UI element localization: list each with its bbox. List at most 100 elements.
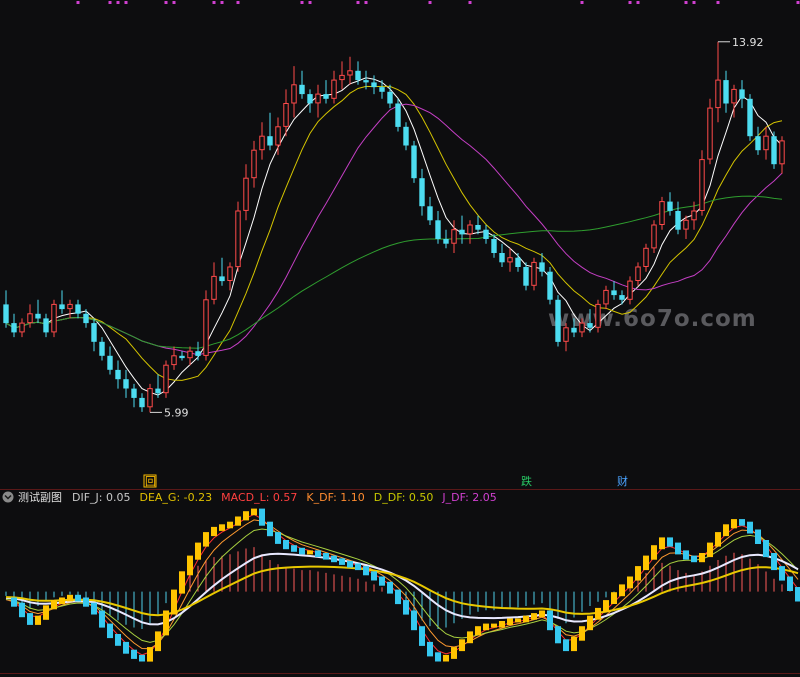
- indicator-column: [171, 589, 177, 615]
- candle-body-up: [187, 350, 193, 359]
- indicator-column: [443, 654, 449, 662]
- indicator-column: [603, 600, 609, 612]
- indicator-column: [35, 615, 41, 625]
- indicator-column: [787, 576, 793, 591]
- indicator-column: [11, 597, 17, 607]
- signal-dot: [428, 1, 432, 4]
- candle-body-down: [675, 211, 681, 230]
- indicator-column: [723, 524, 729, 537]
- candle: [747, 94, 753, 141]
- indicator-column: [779, 566, 785, 581]
- indicator-column: [147, 647, 153, 662]
- indicator-readout: DIF_J: 0.05: [72, 491, 130, 504]
- indicator-panel-title[interactable]: 测试副图: [18, 491, 62, 504]
- candle-body-up: [731, 88, 737, 104]
- signal-dot: [164, 1, 168, 4]
- candle-body-down: [499, 253, 505, 263]
- indicator-column: [579, 626, 585, 641]
- candle-body-up: [635, 266, 641, 281]
- indicator-column: [611, 592, 617, 604]
- candle-body-up: [339, 74, 345, 81]
- candle-body-down: [387, 91, 393, 104]
- signal-dot: [300, 1, 304, 4]
- signal-dot: [124, 1, 128, 4]
- indicator-column: [315, 550, 321, 557]
- candle-body-down: [123, 379, 129, 389]
- candle: [595, 299, 601, 333]
- candle-body-down: [435, 220, 441, 239]
- candle-body-up: [715, 79, 721, 109]
- indicator-column: [251, 508, 257, 516]
- indicator-column: [643, 555, 649, 571]
- candle-body-up: [331, 79, 337, 99]
- indicator-column: [515, 618, 521, 623]
- candle-body-up: [603, 289, 609, 305]
- signal-dot: [468, 1, 472, 4]
- indicator-column: [419, 626, 425, 646]
- candle-body-up: [243, 177, 249, 211]
- candle-body-up: [579, 322, 585, 333]
- indicator-column: [547, 610, 553, 631]
- candle-body-down: [91, 323, 97, 342]
- indicator-column: [563, 639, 569, 652]
- indicator-column: [67, 594, 73, 602]
- indicator-column: [755, 529, 761, 544]
- indicator-column: [267, 521, 273, 537]
- candle-body-down: [547, 271, 553, 300]
- indicator-column: [475, 626, 481, 636]
- candle: [411, 140, 417, 183]
- indicator-column: [771, 553, 777, 571]
- indicator-column: [571, 636, 577, 652]
- candle-body-down: [11, 323, 17, 333]
- candle-body-up: [211, 275, 217, 300]
- indicator-column: [483, 623, 489, 631]
- indicator-column: [435, 652, 441, 662]
- indicator-column: [211, 526, 217, 537]
- candle-body-down: [131, 388, 137, 398]
- indicator-column: [459, 639, 465, 652]
- candle-body-down: [555, 299, 561, 342]
- indicator-column: [291, 545, 297, 552]
- candle: [163, 360, 169, 398]
- indicator-column: [699, 553, 705, 563]
- indicator-column: [283, 540, 289, 550]
- indicator-column: [451, 647, 457, 659]
- candle-body-down: [43, 318, 49, 333]
- indicator-readout: DEA_G: -0.23: [139, 491, 212, 504]
- candle-body-up: [643, 247, 649, 268]
- stock-chart: www.6o7o.com 13.925.99回跌财 测试副图 DIF_J: 0.…: [0, 0, 800, 677]
- indicator-column: [51, 600, 57, 610]
- indicator-column: [259, 508, 265, 526]
- indicator-column: [347, 560, 353, 568]
- candle-body-down: [771, 136, 777, 165]
- candle-body-up: [651, 224, 657, 249]
- candle-body-up: [347, 70, 353, 76]
- indicator-column: [403, 600, 409, 615]
- candle-body-up: [627, 280, 633, 300]
- candle-body-up: [563, 327, 569, 342]
- indicator-column: [219, 524, 225, 531]
- candle-body-down: [395, 103, 401, 127]
- candle-body-down: [267, 136, 273, 146]
- collapse-toggle-icon[interactable]: [2, 491, 14, 503]
- candle-body-up: [595, 303, 601, 328]
- signal-dot: [108, 1, 112, 4]
- indicator-column: [531, 613, 537, 620]
- signal-dot: [716, 1, 720, 4]
- candle-body-up: [283, 103, 289, 127]
- candle-body-down: [459, 229, 465, 235]
- indicator-column: [83, 597, 89, 607]
- candle-body-down: [379, 87, 385, 92]
- signal-dot: [684, 1, 688, 4]
- indicator-column: [331, 555, 337, 563]
- indicator-column: [59, 597, 65, 605]
- indicator-column: [587, 615, 593, 631]
- signal-marker-text: 跌: [521, 474, 532, 488]
- indicator-column: [715, 532, 721, 547]
- indicator-readout: J_DF: 2.05: [441, 491, 496, 504]
- indicator-column: [307, 550, 313, 555]
- candle-body-down: [363, 80, 369, 83]
- candle-body-down: [299, 84, 305, 95]
- candle-body-up: [51, 303, 57, 333]
- candle-body-up: [67, 303, 73, 310]
